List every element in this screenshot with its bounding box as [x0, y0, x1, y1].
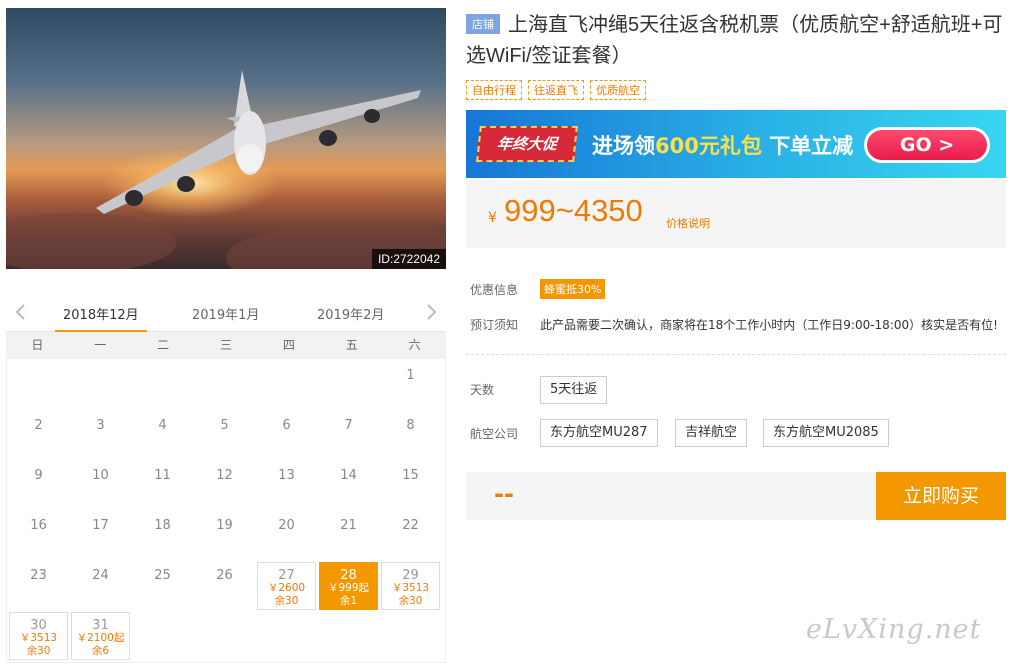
total-price: -- [494, 480, 514, 508]
calendar-day: 4 [158, 418, 167, 433]
product-title-row: 店铺 上海直飞冲绳5天往返含税机票（优质航空+舒适航班+可选WiFi/签证套餐） [466, 10, 1006, 72]
price-note-link[interactable]: 价格说明 [666, 215, 710, 231]
banner-text: 进场领600元礼包 下单立减 [592, 130, 853, 160]
weekday-label: 二 [157, 338, 170, 352]
weekday-label: 日 [31, 338, 44, 352]
calendar-day-number: 27 [278, 568, 295, 583]
calendar-day: 26 [216, 568, 233, 583]
calendar-day-available[interactable]: 30 ￥3513 余30 [9, 612, 68, 660]
calendar-day: 18 [154, 518, 171, 533]
section-divider [466, 354, 1006, 355]
calendar-day-number: 31 [92, 618, 109, 633]
product-title: 上海直飞冲绳5天往返含税机票（优质航空+舒适航班+可选WiFi/签证套餐） [466, 14, 1003, 67]
tab-month-2019-01[interactable]: 2019年1月 [192, 304, 259, 323]
calendar-day: 20 [278, 518, 295, 533]
calendar-day-available[interactable]: 27 ￥2600 余30 [257, 562, 316, 610]
calendar-day-left: 余1 [339, 595, 358, 607]
calendar-day: 15 [402, 468, 419, 483]
product-tag: 自由行程 [466, 80, 522, 100]
product-tag: 往返直飞 [528, 80, 584, 100]
calendar-day: 16 [30, 518, 47, 533]
promo-label: 优惠信息 [470, 283, 519, 297]
calendar-day: 21 [340, 518, 357, 533]
calendar-day: 10 [92, 468, 109, 483]
calendar-day: 9 [34, 468, 43, 483]
calendar-grid: 1 2 3 4 5 6 7 8 9 10 11 12 13 14 15 16 17 18 19 20 21 22 23 24 2… [6, 359, 446, 663]
calendar-day-number: 28 [340, 568, 357, 583]
month-tabs: 2018年12月 2019年1月 2019年2月 [6, 296, 446, 332]
calendar-day: 12 [216, 468, 233, 483]
buy-now-button[interactable]: 立即购买 [876, 472, 1006, 520]
calendar-day: 5 [220, 418, 229, 433]
next-month-button[interactable] [422, 302, 440, 322]
image-id-label: ID:2722042 [371, 249, 446, 269]
calendar-day-price: ￥999起 [327, 582, 370, 594]
calendar-day-left: 余30 [274, 595, 299, 607]
site-watermark: eLvXing.net [806, 614, 982, 645]
calendar-day: 7 [344, 418, 353, 433]
calendar-day: 11 [154, 468, 171, 483]
calendar-day-available[interactable]: 29 ￥3513 余30 [381, 562, 440, 610]
calendar-day-left: 余6 [91, 645, 110, 657]
calendar-day: 22 [402, 518, 419, 533]
calendar-day-number: 29 [402, 568, 419, 583]
calendar-day-selected[interactable]: 28 ￥999起 余1 [319, 562, 378, 610]
banner-text-suffix: 下单立减 [761, 134, 854, 158]
calendar-day-number: 30 [30, 618, 47, 633]
banner-text-highlight: 600元礼包 [655, 134, 762, 158]
price-range: 999~4350 [504, 193, 643, 228]
calendar-day-price: ￥2600 [267, 582, 306, 594]
weekday-label: 六 [408, 338, 421, 352]
calendar-day: 1 [406, 368, 415, 383]
option-airline-mu2085[interactable]: 东方航空MU2085 [763, 419, 889, 447]
banner-text-prefix: 进场领 [592, 134, 655, 158]
calendar-day: 8 [406, 418, 415, 433]
promo-banner[interactable]: 年终大促 进场领600元礼包 下单立减 GO > [466, 110, 1006, 178]
calendar-day: 14 [340, 468, 357, 483]
weekday-label: 三 [220, 338, 233, 352]
calendar-day-left: 余30 [26, 645, 51, 657]
promo-tag: 蜂蜜抵30% [540, 279, 606, 299]
booking-notice: 此产品需要二次确认，商家将在18个工作小时内（工作日9:00-18:00）核实是… [540, 318, 998, 332]
calendar-day: 24 [92, 568, 109, 583]
airline-label: 航空公司 [470, 427, 519, 441]
shop-badge: 店铺 [466, 14, 500, 34]
weekday-label: 五 [345, 338, 358, 352]
option-airline-mu287[interactable]: 东方航空MU287 [540, 419, 658, 447]
tab-month-2019-02[interactable]: 2019年2月 [317, 304, 384, 323]
calendar-day: 6 [282, 418, 291, 433]
chevron-left-icon [15, 304, 25, 320]
calendar-day: 17 [92, 518, 109, 533]
calendar-day-left: 余30 [398, 595, 423, 607]
tab-month-2018-12[interactable]: 2018年12月 [55, 304, 147, 332]
departure-calendar: 2018年12月 2019年1月 2019年2月 日 一 二 三 四 五 六 1… [6, 296, 446, 663]
calendar-day: 13 [278, 468, 295, 483]
notice-label: 预订须知 [470, 318, 519, 332]
calendar-day-price: ￥3513 [19, 632, 58, 644]
weekday-header: 日 一 二 三 四 五 六 [6, 332, 446, 359]
calendar-day-price: ￥3513 [391, 582, 430, 594]
banner-go-button[interactable]: GO > [864, 127, 990, 163]
calendar-day: 23 [30, 568, 47, 583]
airplane-illustration [96, 70, 421, 214]
product-tag: 优质航空 [590, 80, 646, 100]
calendar-day-price: ￥2100起 [76, 632, 125, 644]
weekday-label: 一 [94, 338, 107, 352]
calendar-day: 25 [154, 568, 171, 583]
option-airline-juneyao[interactable]: 吉祥航空 [675, 419, 748, 447]
currency-symbol: ¥ [488, 210, 497, 226]
calendar-day-available[interactable]: 31 ￥2100起 余6 [71, 612, 130, 660]
weekday-label: 四 [282, 338, 295, 352]
calendar-day: 3 [96, 418, 105, 433]
product-hero-image: ID:2722042 [6, 8, 446, 269]
prev-month-button[interactable] [12, 302, 30, 322]
chevron-right-icon [427, 304, 437, 320]
option-days-5[interactable]: 5天往返 [540, 376, 608, 404]
days-label: 天数 [470, 383, 495, 397]
price-box: ¥ 999~4350 价格说明 [466, 180, 1006, 248]
banner-badge: 年终大促 [476, 126, 578, 162]
calendar-day: 2 [34, 418, 43, 433]
calendar-day: 19 [216, 518, 233, 533]
product-tags: 自由行程 往返直飞 优质航空 [466, 80, 646, 100]
